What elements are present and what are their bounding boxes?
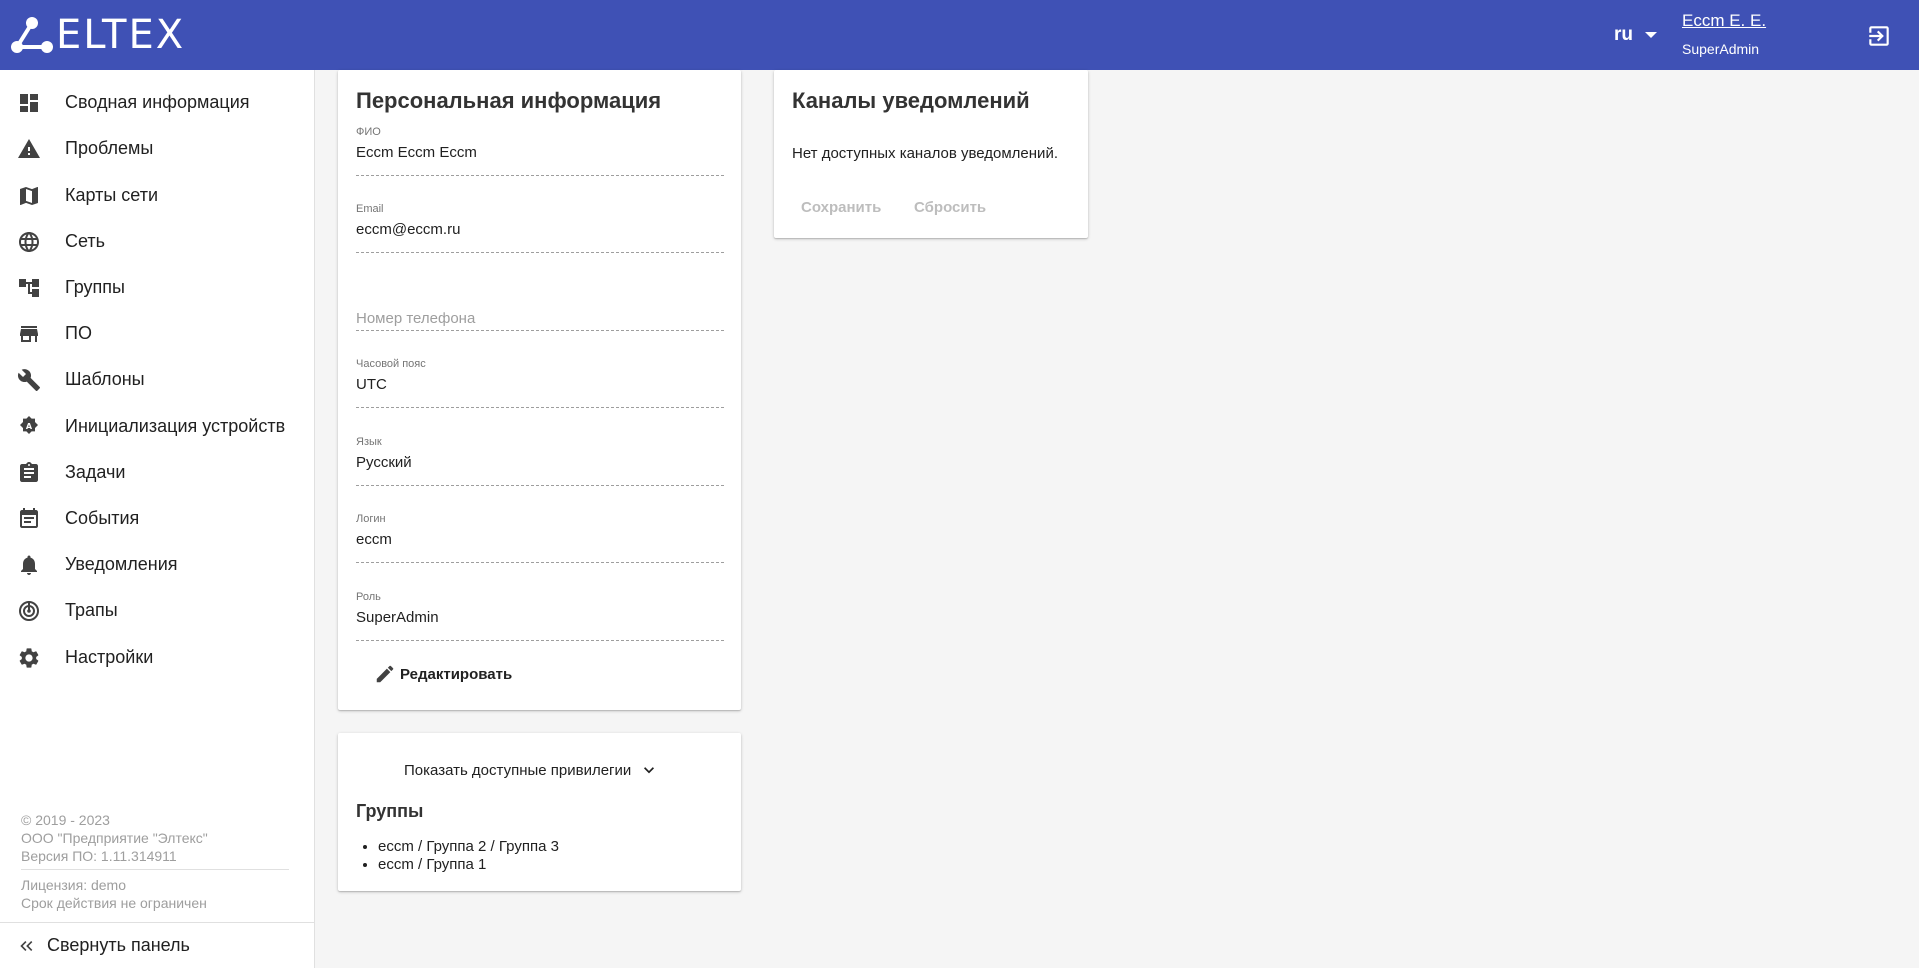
double-chevron-left-icon (20, 941, 33, 951)
login-field[interactable]: Логин eccm (356, 513, 724, 563)
reset-button[interactable]: Сбросить (914, 199, 986, 216)
list-item: eccm / Группа 2 / Группа 3 (378, 838, 559, 856)
save-button[interactable]: Сохранить (801, 199, 881, 216)
sidebar-item-traps[interactable]: Трапы (0, 588, 314, 634)
sidebar-item-events[interactable]: События (0, 496, 314, 542)
sidebar-item-label: Проблемы (65, 138, 154, 158)
sidebar-item-label: Уведомления (65, 554, 178, 574)
timezone-field[interactable]: Часовой пояс UTC (356, 358, 724, 408)
field-label: ФИО (356, 126, 381, 138)
field-label: Часовой пояс (356, 358, 426, 370)
sidebar-item-label: Группы (65, 277, 125, 297)
personal-info-title: Персональная информация (356, 88, 662, 113)
notification-channels-card: Каналы уведомлений Нет доступных каналов… (774, 70, 1088, 238)
radar-icon (19, 601, 39, 621)
field-label: Роль (356, 591, 381, 603)
globe-icon (19, 232, 39, 252)
sidebar-item-network[interactable]: Сеть (0, 219, 314, 265)
field-value: Eccm Eccm Eccm (356, 144, 477, 161)
edit-button[interactable]: Редактировать (374, 663, 512, 685)
footer-license: Лицензия: demo (21, 877, 127, 893)
warning-icon (18, 139, 40, 158)
language-value: ru (1614, 24, 1633, 45)
phone-field[interactable]: Номер телефона (356, 281, 724, 331)
field-label: Язык (356, 436, 382, 448)
field-value: eccm@eccm.ru (356, 221, 461, 238)
bell-icon (21, 555, 37, 575)
full-name-field[interactable]: ФИО Eccm Eccm Eccm (356, 126, 724, 176)
logo-mark-icon (11, 17, 53, 53)
footer-expiry: Срок действия не ограничен (21, 895, 207, 911)
auto-init-icon: A (20, 416, 38, 434)
field-placeholder: Номер телефона (356, 310, 476, 327)
field-value: Русский (356, 454, 412, 471)
sidebar-item-label: Инициализация устройств (65, 416, 286, 436)
sidebar-item-notifications[interactable]: Уведомления (0, 542, 314, 588)
sidebar-item-groups[interactable]: Группы (0, 265, 314, 311)
field-label: Email (356, 203, 384, 215)
sidebar-item-label: Карты сети (65, 185, 159, 205)
gear-icon (19, 648, 39, 668)
calendar-icon (20, 508, 38, 528)
sidebar: Сводная информация Проблемы Карты сети С… (0, 70, 315, 968)
email-field[interactable]: Email eccm@eccm.ru (356, 203, 724, 253)
field-value: SuperAdmin (356, 609, 439, 626)
eltex-logo[interactable]: ELTEX (10, 14, 185, 56)
sidebar-item-label: Настройки (65, 647, 154, 667)
no-channels-text: Нет доступных каналов уведомлений. (792, 145, 1058, 162)
sidebar-item-label: Шаблоны (65, 369, 145, 389)
field-label: Логин (356, 513, 386, 525)
wrench-icon (17, 369, 40, 391)
sidebar-item-network-maps[interactable]: Карты сети (0, 173, 314, 219)
sidebar-item-device-init[interactable]: A Инициализация устройств (0, 404, 314, 450)
list-item: eccm / Группа 1 (378, 856, 559, 874)
logout-icon[interactable] (1866, 23, 1892, 49)
chevron-down-icon (1645, 32, 1657, 38)
hierarchy-icon (19, 279, 39, 297)
sidebar-item-label: Сводная информация (65, 92, 250, 112)
pencil-icon (376, 665, 394, 683)
personal-info-card: Персональная информация ФИО Eccm Eccm Ec… (338, 70, 741, 710)
dashboard-icon (20, 94, 38, 112)
user-role: SuperAdmin (1682, 41, 1760, 57)
groups-list: eccm / Группа 2 / Группа 3 eccm / Группа… (378, 838, 559, 874)
collapse-label: Свернуть панель (47, 935, 190, 955)
show-privileges-toggle[interactable]: Показать доступные привилегии (404, 760, 663, 780)
sidebar-item-tasks[interactable]: Задачи (0, 450, 314, 496)
sidebar-item-problems[interactable]: Проблемы (0, 126, 314, 172)
footer-copyright: © 2019 - 2023 (21, 812, 110, 828)
language-select[interactable]: ru (1614, 24, 1657, 46)
user-name-link[interactable]: Eccm E. E. (1682, 11, 1766, 31)
sidebar-item-label: События (65, 508, 140, 528)
store-icon (20, 326, 38, 342)
footer-version: Версия ПО: 1.11.314911 (21, 848, 177, 864)
role-field[interactable]: Роль SuperAdmin (356, 591, 724, 641)
logo-text: ELTEX (56, 12, 186, 58)
svg-text:A: A (26, 422, 33, 431)
groups-title: Группы (356, 801, 424, 821)
sidebar-item-label: Сеть (65, 231, 106, 251)
sidebar-item-label: ПО (65, 323, 92, 343)
collapse-sidebar-button[interactable]: Свернуть панель (0, 922, 314, 968)
footer-divider (21, 869, 289, 870)
field-value: UTC (356, 376, 387, 393)
top-app-bar: ELTEX ru Eccm E. E. SuperAdmin (0, 0, 1919, 70)
show-privileges-label: Показать доступные привилегии (404, 761, 632, 779)
sidebar-item-dashboard[interactable]: Сводная информация (0, 80, 314, 126)
sidebar-item-label: Задачи (65, 462, 126, 482)
privileges-card: Показать доступные привилегии Группы ecc… (338, 733, 741, 891)
map-icon (20, 187, 38, 205)
notification-channels-title: Каналы уведомлений (792, 88, 1030, 113)
sidebar-item-templates[interactable]: Шаблоны (0, 357, 314, 403)
sidebar-item-settings[interactable]: Настройки (0, 635, 314, 681)
sidebar-item-software[interactable]: ПО (0, 311, 314, 357)
language-field[interactable]: Язык Русский (356, 436, 724, 486)
user-menu: Eccm E. E. SuperAdmin (1682, 11, 1766, 57)
footer-company: ООО "Предприятие "Элтекс" (21, 830, 208, 846)
sidebar-item-label: Трапы (65, 600, 118, 620)
clipboard-icon (20, 462, 38, 482)
edit-button-label: Редактировать (400, 665, 513, 683)
chevron-down-icon (644, 767, 655, 774)
field-value: eccm (356, 531, 392, 548)
